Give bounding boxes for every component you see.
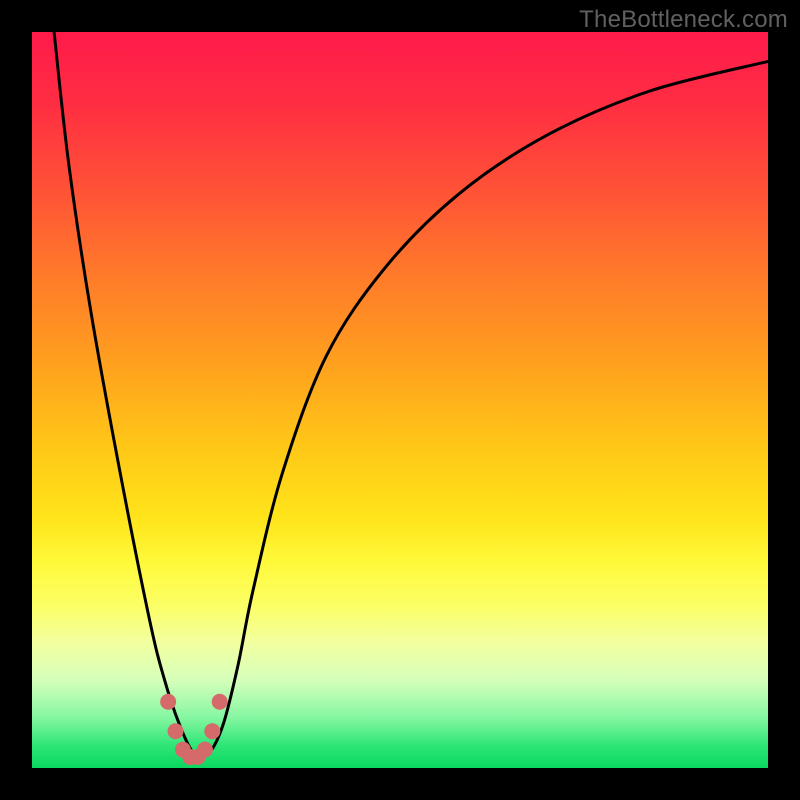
highlight-dot: [168, 723, 184, 739]
bottleneck-curve: [54, 32, 768, 757]
watermark-text: TheBottleneck.com: [579, 6, 788, 34]
curve-layer: [32, 32, 768, 768]
bottleneck-curve-path: [54, 32, 768, 757]
highlight-dot: [212, 694, 228, 710]
highlight-dot: [197, 742, 213, 758]
highlight-dot: [204, 723, 220, 739]
highlight-markers: [160, 694, 228, 765]
chart-frame: TheBottleneck.com: [0, 0, 800, 800]
plot-area: [32, 32, 768, 768]
highlight-dot: [160, 694, 176, 710]
